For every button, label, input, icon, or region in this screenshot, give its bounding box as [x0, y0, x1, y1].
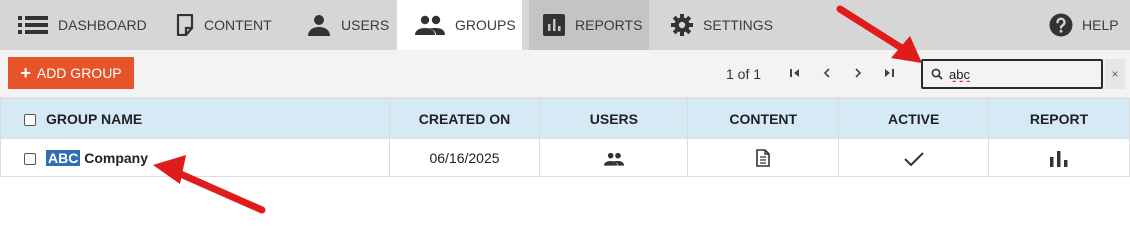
column-header-report[interactable]: REPORT [988, 98, 1130, 139]
nav-tab-label: SETTINGS [703, 17, 774, 33]
dashboard-list-icon [18, 16, 48, 34]
document-icon [756, 148, 771, 167]
table-header-row: GROUP NAME CREATED ON USERS CONTENT ACTI… [0, 98, 1130, 139]
nav-tab-settings[interactable]: SETTINGS [649, 0, 789, 50]
search-icon [931, 68, 943, 80]
close-icon: × [1111, 67, 1119, 81]
column-header-created-on[interactable]: CREATED ON [388, 98, 541, 139]
annotation-arrow-search [836, 5, 922, 63]
top-navigation: DASHBOARD CONTENT USERS GROUPS REPORTS S… [0, 0, 1130, 50]
nav-tab-content[interactable]: CONTENT [150, 0, 285, 50]
gear-icon [671, 14, 693, 36]
column-header-users[interactable]: USERS [539, 98, 689, 139]
column-header-active[interactable]: ACTIVE [838, 98, 990, 139]
search-input[interactable] [949, 65, 1089, 83]
select-all-checkbox[interactable] [24, 113, 36, 126]
add-group-button[interactable]: + ADD GROUP [8, 57, 134, 89]
search-box[interactable] [921, 59, 1103, 89]
column-header-content[interactable]: CONTENT [687, 98, 840, 139]
bar-chart-icon [1050, 150, 1068, 167]
content-cell[interactable] [687, 138, 840, 177]
nav-tab-label: DASHBOARD [58, 17, 147, 33]
nav-tab-label: USERS [341, 17, 390, 33]
first-page-button[interactable] [787, 65, 803, 81]
report-cell[interactable] [988, 138, 1130, 177]
annotation-arrow-group-name [153, 155, 266, 214]
column-header-label: GROUP NAME [46, 110, 143, 127]
first-page-icon [790, 69, 799, 77]
nav-tab-label: REPORTS [575, 17, 643, 33]
groups-icon [603, 152, 624, 166]
nav-tab-reports[interactable]: REPORTS [529, 0, 649, 50]
users-cell[interactable] [539, 138, 689, 177]
groups-icon [415, 15, 445, 35]
pager-text: 1 of 1 [726, 66, 762, 82]
nav-tab-users[interactable]: USERS [285, 0, 397, 50]
group-name-link[interactable]: ABC Company [46, 149, 149, 166]
nav-tab-dashboard[interactable]: DASHBOARD [0, 0, 150, 50]
nav-tab-label: CONTENT [204, 17, 272, 33]
nav-tab-groups[interactable]: GROUPS [397, 0, 522, 50]
row-checkbox[interactable] [24, 152, 36, 165]
active-cell [838, 138, 990, 177]
column-header-group-name[interactable]: GROUP NAME [0, 98, 390, 139]
user-icon [308, 15, 330, 36]
nav-tab-label: GROUPS [455, 17, 516, 33]
help-icon [1049, 13, 1073, 37]
help-link[interactable]: HELP [1049, 0, 1130, 50]
checkmark-icon [903, 151, 924, 166]
add-group-label: ADD GROUP [36, 65, 122, 81]
created-on-cell: 06/16/2025 [388, 138, 541, 177]
bar-chart-icon [543, 14, 565, 36]
search-match-highlight: ABC [46, 149, 81, 166]
help-label: HELP [1082, 17, 1119, 33]
clear-search-button[interactable]: × [1105, 59, 1125, 89]
group-name-rest: Company [80, 149, 149, 166]
plus-icon: + [20, 63, 31, 83]
content-page-icon [176, 14, 194, 36]
